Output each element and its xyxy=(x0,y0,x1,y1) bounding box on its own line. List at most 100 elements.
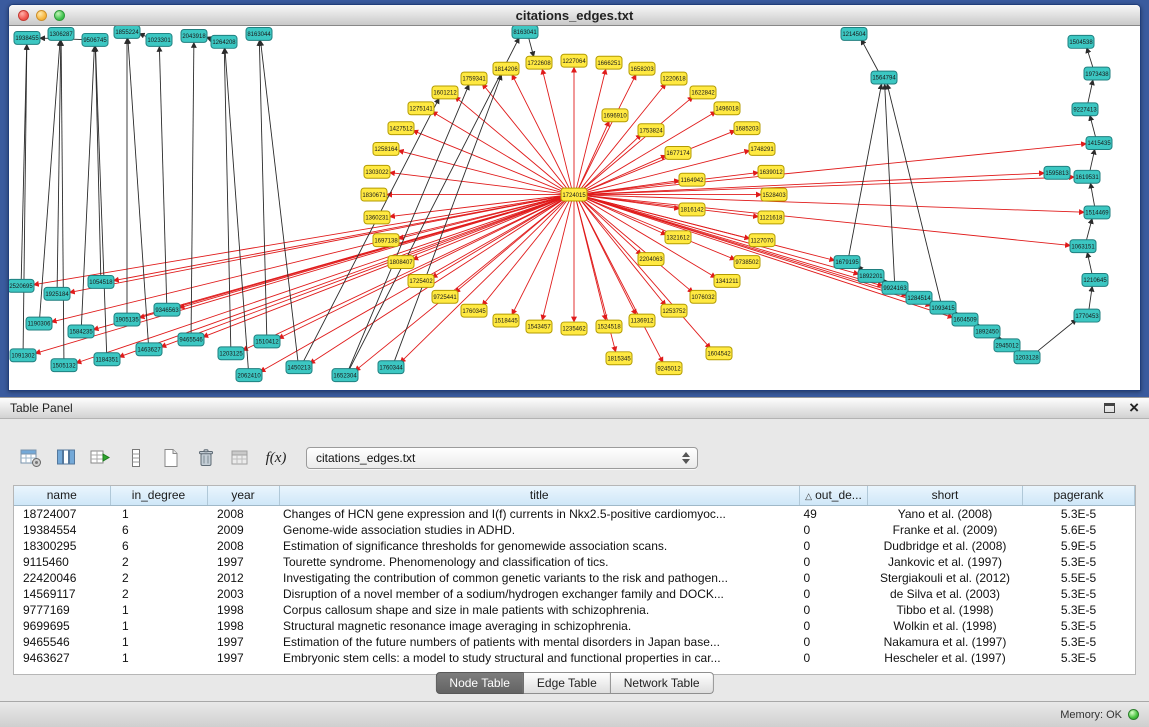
table-row[interactable]: 1830029562008Estimation of significance … xyxy=(14,538,1135,554)
network-node[interactable]: 9346563 xyxy=(154,303,180,316)
table-row[interactable]: 1938455462009Genome-wide association stu… xyxy=(14,522,1135,538)
column-header-year[interactable]: year xyxy=(207,486,279,505)
network-node[interactable]: 1604542 xyxy=(706,347,732,360)
network-node[interactable]: 9245012 xyxy=(656,362,682,375)
network-node[interactable]: 1619531 xyxy=(1074,170,1100,183)
network-node[interactable]: 1815345 xyxy=(606,352,632,365)
network-node[interactable]: 1210645 xyxy=(1082,273,1108,286)
network-node[interactable]: 1685203 xyxy=(734,122,760,135)
network-node[interactable]: 1725402 xyxy=(408,274,434,287)
column-header-outde[interactable]: △out_de... xyxy=(800,486,868,505)
table-row[interactable]: 2242004622012Investigating the contribut… xyxy=(14,570,1135,586)
network-node[interactable]: 1679195 xyxy=(834,256,860,269)
network-node[interactable]: 1759341 xyxy=(461,72,487,85)
network-node[interactable]: 1584235 xyxy=(68,325,94,338)
network-node[interactable]: 1275141 xyxy=(408,102,434,115)
zoom-button[interactable] xyxy=(54,10,65,21)
network-node[interactable]: 1284514 xyxy=(906,291,932,304)
network-node[interactable]: 1127070 xyxy=(749,234,775,247)
network-node[interactable]: 1505132 xyxy=(51,359,77,372)
network-node[interactable]: 1510412 xyxy=(254,335,280,348)
table-source-dropdown[interactable]: citations_edges.txt xyxy=(306,447,698,469)
network-node[interactable]: 1652304 xyxy=(332,369,358,382)
delete-column-icon[interactable] xyxy=(193,445,219,471)
network-node[interactable]: 1622842 xyxy=(690,86,716,99)
table-row[interactable]: 969969511998Structural magnetic resonanc… xyxy=(14,618,1135,634)
network-node[interactable]: 1814206 xyxy=(493,62,519,75)
network-node[interactable]: 1524518 xyxy=(596,320,622,333)
network-node[interactable]: 1063151 xyxy=(1070,240,1096,253)
network-node[interactable]: 1184351 xyxy=(94,353,120,366)
network-node[interactable]: 1341211 xyxy=(714,274,740,287)
network-node[interactable]: 1760344 xyxy=(378,361,404,374)
network-node[interactable]: 1504538 xyxy=(1068,35,1094,48)
table-row[interactable]: 1872400712008Changes of HCN gene express… xyxy=(14,505,1135,522)
network-node[interactable]: 1258164 xyxy=(373,143,399,156)
network-node[interactable]: 1303022 xyxy=(364,165,390,178)
network-node[interactable]: 2520695 xyxy=(9,279,34,292)
table-import-icon[interactable] xyxy=(88,445,114,471)
show-columns-icon[interactable] xyxy=(53,445,79,471)
network-canvas[interactable]: 1724015152840316390121748291168520314960… xyxy=(9,26,1140,390)
network-node[interactable]: 1091302 xyxy=(10,349,36,362)
network-node[interactable]: 1722608 xyxy=(526,56,552,69)
network-node[interactable]: 9725441 xyxy=(432,290,458,303)
network-node[interactable]: 2062410 xyxy=(236,369,262,382)
close-button[interactable] xyxy=(18,10,29,21)
column-header-pagerank[interactable]: pagerank xyxy=(1023,486,1135,505)
network-node[interactable]: 1093415 xyxy=(930,301,956,314)
tab-node-table[interactable]: Node Table xyxy=(435,672,524,694)
new-column-icon[interactable] xyxy=(158,445,184,471)
network-node[interactable]: 1666251 xyxy=(596,56,622,69)
network-node[interactable]: 1892201 xyxy=(858,269,884,282)
network-node[interactable]: 1724015 xyxy=(561,188,587,201)
network-node[interactable]: 1427512 xyxy=(388,122,414,135)
table-mode-icon[interactable] xyxy=(18,445,44,471)
network-node[interactable]: 1601212 xyxy=(432,86,458,99)
network-node[interactable]: 1264208 xyxy=(211,35,237,48)
network-node[interactable]: 1697138 xyxy=(373,234,399,247)
column-header-title[interactable]: title xyxy=(279,486,800,505)
network-node[interactable]: 1658203 xyxy=(629,62,655,75)
network-node[interactable]: 1164942 xyxy=(679,173,705,186)
function-builder-button[interactable]: f(x) xyxy=(263,445,289,471)
network-node[interactable]: 1415435 xyxy=(1086,137,1112,150)
column-header-name[interactable]: name xyxy=(14,486,110,505)
network-node[interactable]: 1973438 xyxy=(1084,67,1110,80)
network-node[interactable]: 1855224 xyxy=(114,26,140,38)
network-node[interactable]: 2945012 xyxy=(994,339,1020,352)
network-node[interactable]: 1450213 xyxy=(286,361,312,374)
tab-edge-table[interactable]: Edge Table xyxy=(524,672,611,694)
network-node[interactable]: 1253752 xyxy=(661,304,687,317)
network-node[interactable]: 1770453 xyxy=(1074,309,1100,322)
network-node[interactable]: 1639012 xyxy=(758,165,784,178)
network-node[interactable]: 8163041 xyxy=(512,26,538,38)
network-node[interactable]: 1054518 xyxy=(88,275,114,288)
tab-network-table[interactable]: Network Table xyxy=(611,672,714,694)
network-node[interactable]: 9465546 xyxy=(178,333,204,346)
network-node[interactable]: 1220618 xyxy=(661,72,687,85)
network-node[interactable]: 9506745 xyxy=(82,33,108,46)
network-node[interactable]: 1227064 xyxy=(561,54,587,67)
network-graph[interactable]: 1724015152840316390121748291168520314960… xyxy=(9,26,1140,390)
network-node[interactable]: 2204063 xyxy=(638,253,664,266)
network-node[interactable]: 1321612 xyxy=(665,231,691,244)
network-node[interactable]: 1604509 xyxy=(952,313,978,326)
network-node[interactable]: 2043918 xyxy=(181,29,207,42)
close-panel-icon[interactable]: × xyxy=(1129,403,1139,413)
network-node[interactable]: 1076032 xyxy=(690,290,716,303)
network-node[interactable]: 9227413 xyxy=(1072,103,1098,116)
network-node[interactable]: 1696910 xyxy=(602,109,628,122)
network-node[interactable]: 1905135 xyxy=(114,313,140,326)
network-node[interactable]: 1496018 xyxy=(714,102,740,115)
network-node[interactable]: 1808407 xyxy=(388,256,414,269)
network-node[interactable]: 1892450 xyxy=(974,325,1000,338)
table-row[interactable]: 977716911998Corpus callosum shape and si… xyxy=(14,602,1135,618)
network-node[interactable]: 1925184 xyxy=(44,287,70,300)
network-node[interactable]: 1677174 xyxy=(665,147,691,160)
network-node[interactable]: 8163044 xyxy=(246,27,272,40)
float-panel-icon[interactable] xyxy=(1104,403,1115,413)
network-node[interactable]: 1306287 xyxy=(48,27,74,40)
network-node[interactable]: 9738502 xyxy=(734,256,760,269)
network-node[interactable]: 1235462 xyxy=(561,322,587,335)
